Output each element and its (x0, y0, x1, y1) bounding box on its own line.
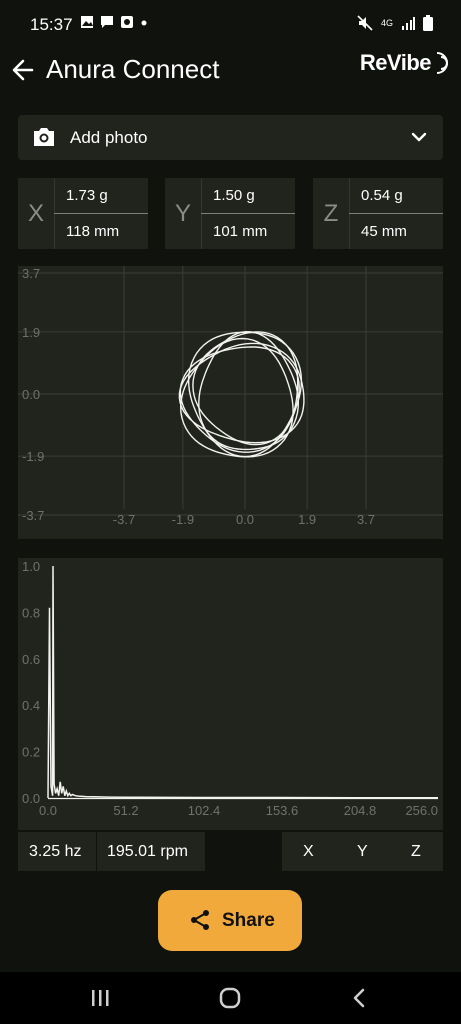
notification-icons (80, 15, 148, 29)
axis-letter: Y (165, 178, 202, 249)
system-nav-bar (0, 972, 461, 1024)
y-tick-label: 0.0 (22, 791, 40, 806)
rpm-box: 195.01 rpm (97, 832, 205, 871)
x-tick-label: -3.7 (113, 512, 135, 527)
x-tick-label: 204.8 (344, 803, 377, 818)
x-tick-label: 3.7 (357, 512, 375, 527)
mute-icon (357, 15, 373, 31)
status-time: 15:37 (30, 15, 73, 34)
spectrum-chart: 1.0 0.8 0.6 0.4 0.2 0.00.0 51.2 102.4 153.6 204.8… (18, 558, 443, 830)
system-icons: 4G (357, 15, 433, 31)
message-notification-icon (101, 16, 113, 28)
orbit-trace (179, 346, 300, 453)
y-tick-label: 0.6 (22, 652, 40, 667)
revibe-logo: ReVibe (360, 50, 451, 76)
axis-mm-value: 118 mm (66, 223, 120, 240)
divider (201, 213, 295, 214)
dot-icon (141, 20, 147, 26)
spectrum-line (47, 565, 438, 799)
y-tick-label: 1.9 (22, 325, 40, 340)
divider (349, 213, 443, 214)
frequency-box: 3.25 hz (18, 832, 96, 871)
camera-icon (34, 128, 54, 146)
page-title: Anura Connect (46, 54, 220, 84)
chevron-down-icon (411, 132, 427, 142)
rpm-value: 195.01 rpm (107, 843, 188, 860)
divider (54, 213, 148, 214)
axis-box-x: X 1.73 g 118 mm (18, 178, 148, 249)
back-nav-icon[interactable] (350, 987, 368, 1009)
y-tick-label: -3.7 (22, 508, 44, 523)
y-tick-label: 0.4 (22, 698, 40, 713)
logo-text: ReVibe (359, 50, 432, 75)
axis-button-x[interactable]: X (303, 843, 314, 861)
orbit-chart: 3.7 1.9 0.0 -1.9 -3.7 -3.7 -1.9 0.0 1.9 3.7 (18, 266, 443, 539)
axis-g-value: 1.73 g (66, 187, 108, 204)
axis-mm-value: 101 mm (213, 223, 268, 240)
axis-mm-value: 45 mm (361, 223, 407, 240)
add-photo-label: Add photo (70, 128, 148, 147)
x-tick-label: 153.6 (266, 803, 299, 818)
axis-letter: X (18, 178, 55, 249)
share-button[interactable]: Share (158, 890, 302, 951)
app-notification-icon (121, 16, 133, 28)
axis-letter: Z (313, 178, 350, 249)
home-icon[interactable] (219, 987, 241, 1009)
image-notification-icon (81, 16, 93, 28)
signal-icon (402, 17, 415, 30)
x-tick-label: 0.0 (39, 803, 57, 818)
y-tick-label: 0.8 (22, 605, 40, 620)
x-tick-label: 0.0 (236, 512, 254, 527)
arrow-left-icon[interactable] (10, 55, 38, 85)
y-tick-label: 1.0 (22, 559, 40, 574)
frequency-value: 3.25 hz (29, 843, 82, 860)
x-tick-label: -1.9 (172, 512, 194, 527)
x-tick-label: 1.9 (298, 512, 316, 527)
share-icon (191, 910, 209, 930)
recent-apps-icon[interactable] (90, 988, 112, 1008)
axis-button-y[interactable]: Y (357, 843, 368, 861)
axis-button-z[interactable]: Z (411, 843, 421, 861)
axis-box-z: Z 0.54 g 45 mm (313, 178, 443, 249)
y-tick-label: -1.9 (22, 449, 44, 464)
y-tick-label: 0.0 (22, 387, 40, 402)
status-bar: 15:37 4G (0, 0, 461, 48)
y-tick-label: 3.7 (22, 266, 40, 281)
axis-g-value: 0.54 g (361, 187, 403, 204)
x-tick-label: 51.2 (113, 803, 138, 818)
add-photo-dropdown[interactable]: Add photo (18, 115, 443, 160)
logo-waves-icon (436, 52, 448, 74)
share-label: Share (222, 910, 275, 931)
axis-selector: X Y Z (282, 832, 443, 871)
network-type: 4G (380, 18, 393, 28)
axis-box-y: Y 1.50 g 101 mm (165, 178, 295, 249)
y-tick-label: 0.2 (22, 745, 40, 760)
x-tick-label: 102.4 (188, 803, 221, 818)
x-tick-label: 256.0 (405, 803, 438, 818)
battery-icon (423, 15, 433, 31)
axis-g-value: 1.50 g (213, 187, 255, 204)
